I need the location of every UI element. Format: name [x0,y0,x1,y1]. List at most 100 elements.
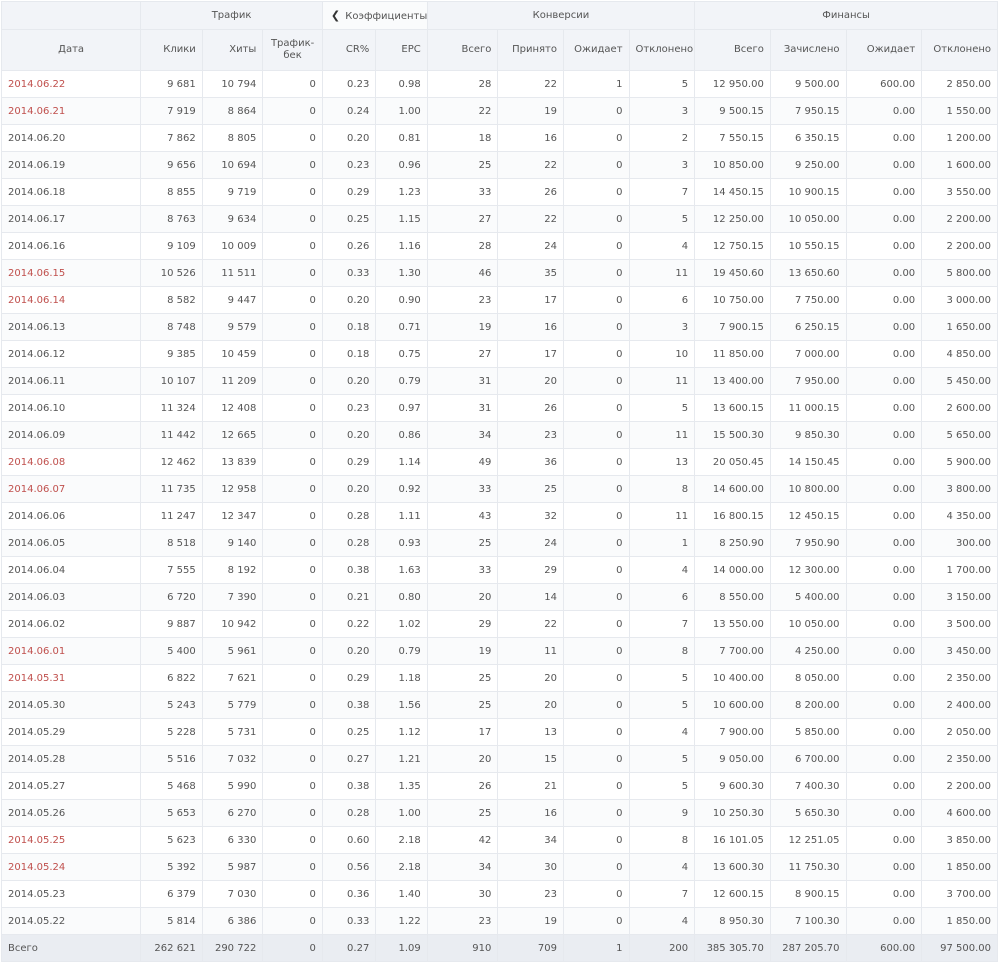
cell-date[interactable]: 2014.05.30 [0,691,142,719]
cell-date[interactable]: 2014.06.17 [0,205,142,233]
cell-hits: 9 140 [201,529,264,557]
cell-date[interactable]: 2014.06.10 [0,394,142,422]
cell-date[interactable]: 2014.05.22 [0,907,142,935]
cell-date[interactable]: 2014.06.04 [0,556,142,584]
cell-conv-rejected: 3 [628,313,696,341]
cell-date[interactable]: 2014.05.24 [0,853,142,881]
cell-date[interactable]: 2014.06.22 [0,70,142,98]
cell-cr: 0.36 [321,880,377,908]
chevron-left-icon[interactable]: ❮ [329,9,342,22]
cell-conv-total: 20 [426,745,499,773]
cell-conv-rejected: 7 [628,610,696,638]
cell-conv-pending: 0 [562,394,630,422]
cell-epc: 2.18 [375,853,428,881]
col-fin-pending[interactable]: Ожидает [845,29,923,71]
col-conv-rejected[interactable]: Отклонено [628,29,696,71]
col-fin-credited[interactable]: Зачислено [769,29,847,71]
cell-fin-credited: 14 150.45 [769,448,847,476]
table-row: 2014.05.30 5 243 5 779 0 0.38 1.56 25 20 0 5 10 60… [0,691,998,719]
cell-epc: 1.63 [375,556,428,584]
cell-date[interactable]: 2014.05.23 [0,880,142,908]
cell-epc: 1.02 [375,610,428,638]
col-fin-rejected[interactable]: Отклонено [921,29,998,71]
cell-date[interactable]: 2014.05.28 [0,745,142,773]
cell-date[interactable]: 2014.06.11 [0,367,142,395]
cell-date[interactable]: 2014.06.06 [0,502,142,530]
cell-fin-credited: 10 050.00 [769,205,847,233]
cell-date[interactable]: 2014.06.08 [0,448,142,476]
cell-date[interactable]: 2014.06.20 [0,124,142,152]
cell-fin-rejected: 3 800.00 [921,475,998,503]
cell-fin-total: 8 550.00 [694,583,771,611]
cell-trafficback: 0 [262,745,323,773]
cell-conv-pending: 0 [562,475,630,503]
cell-fin-pending: 0.00 [845,475,923,503]
col-hits[interactable]: Хиты [201,29,264,71]
cell-conv-pending: 0 [562,529,630,557]
cell-fin-total: 14 000.00 [694,556,771,584]
cell-date[interactable]: 2014.06.02 [0,610,142,638]
cell-date[interactable]: 2014.06.21 [0,97,142,125]
col-date[interactable]: Дата [0,29,142,71]
cell-fin-total: 7 900.15 [694,313,771,341]
table-row: 2014.06.16 9 109 10 009 0 0.26 1.16 28 24 0 4 12 7… [0,232,998,260]
cell-conv-rejected: 4 [628,232,696,260]
col-trafficback[interactable]: Трафик-бек [262,29,323,71]
cell-date[interactable]: 2014.06.14 [0,286,142,314]
cell-cr: 0.18 [321,340,377,368]
cell-trafficback: 0 [262,259,323,287]
cell-date[interactable]: 2014.06.07 [0,475,142,503]
cell-epc: 0.80 [375,583,428,611]
cell-date[interactable]: 2014.05.25 [0,826,142,854]
cell-conv-total: 33 [426,475,499,503]
cell-fin-pending: 0.00 [845,691,923,719]
group-header-row: Трафик ❮ Коэффициенты ❯ Конверсии Финанс… [0,1,998,30]
cell-date[interactable]: 2014.05.26 [0,799,142,827]
cell-conv-accepted: 13 [497,718,564,746]
cell-conv-total: 22 [426,97,499,125]
cell-epc: 1.22 [375,907,428,935]
cell-trafficback: 0 [262,853,323,881]
cell-date[interactable]: 2014.06.01 [0,637,142,665]
cell-conv-rejected: 5 [628,70,696,98]
col-epc[interactable]: EPC [375,29,428,71]
cell-date[interactable]: 2014.06.05 [0,529,142,557]
cell-date[interactable]: 2014.06.15 [0,259,142,287]
col-conv-pending[interactable]: Ожидает [562,29,630,71]
cell-conv-accepted: 14 [497,583,564,611]
cell-clicks: 5 392 [140,853,203,881]
table-row: 2014.05.26 5 653 6 270 0 0.28 1.00 25 16 0 9 10 25… [0,799,998,827]
cell-date[interactable]: 2014.06.16 [0,232,142,260]
cell-date[interactable]: 2014.06.03 [0,583,142,611]
cell-epc: 0.81 [375,124,428,152]
cell-epc: 0.79 [375,637,428,665]
col-trafficback-line1: Трафик- [270,38,315,49]
col-fin-total[interactable]: Всего [694,29,771,71]
cell-date[interactable]: 2014.06.13 [0,313,142,341]
cell-hits: 5 779 [201,691,264,719]
cell-fin-credited: 5 650.30 [769,799,847,827]
col-clicks[interactable]: Клики [140,29,203,71]
cell-clicks: 9 385 [140,340,203,368]
cell-fin-rejected: 3 850.00 [921,826,998,854]
cell-trafficback: 0 [262,151,323,179]
cell-epc: 0.71 [375,313,428,341]
cell-date[interactable]: 2014.06.12 [0,340,142,368]
cell-hits: 12 408 [201,394,264,422]
cell-conv-accepted: 17 [497,286,564,314]
cell-conv-pending: 0 [562,745,630,773]
cell-fin-pending: 0.00 [845,259,923,287]
cell-date[interactable]: 2014.05.27 [0,772,142,800]
col-conv-accepted[interactable]: Принято [497,29,564,71]
cell-trafficback: 0 [262,718,323,746]
col-conv-total[interactable]: Всего [426,29,499,71]
cell-fin-rejected: 3 550.00 [921,178,998,206]
cell-date[interactable]: 2014.05.31 [0,664,142,692]
cell-date[interactable]: 2014.06.09 [0,421,142,449]
col-cr[interactable]: CR% [321,29,377,71]
cell-date[interactable]: 2014.05.29 [0,718,142,746]
cell-conv-accepted: 32 [497,502,564,530]
cell-date[interactable]: 2014.06.18 [0,178,142,206]
cell-date[interactable]: 2014.06.19 [0,151,142,179]
cell-clicks: 11 247 [140,502,203,530]
